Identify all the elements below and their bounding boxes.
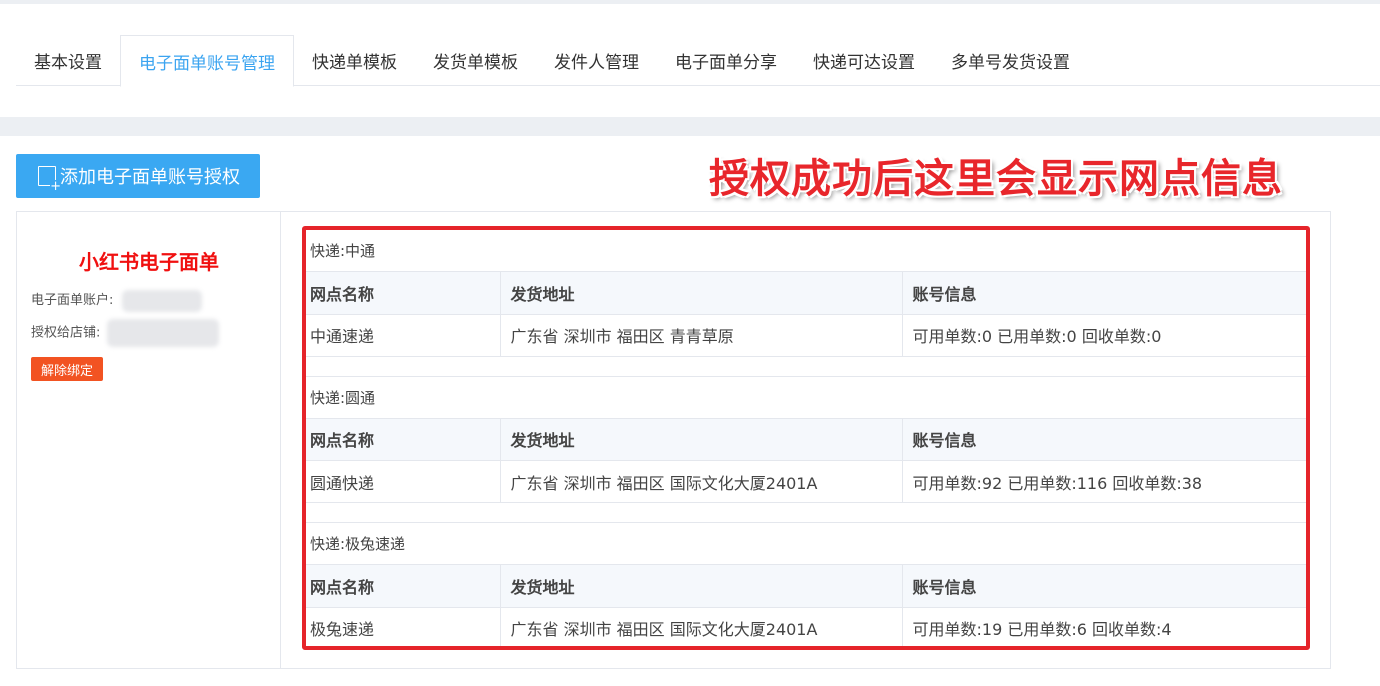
account-label: 电子面单账户: [31, 293, 114, 308]
settings-tabs: 基本设置 电子面单账号管理 快递单模板 发货单模板 发件人管理 电子面单分享 快… [16, 35, 1380, 87]
section-divider [0, 117, 1380, 136]
tab-ewaybill-accounts[interactable]: 电子面单账号管理 [120, 35, 294, 87]
shop-row: 授权给店铺: [31, 319, 219, 347]
annotation-text: 授权成功后这里会显示网点信息 [709, 156, 1283, 202]
add-document-icon [38, 166, 61, 193]
tab-sender-management[interactable]: 发件人管理 [536, 35, 657, 86]
tab-ewaybill-share[interactable]: 电子面单分享 [657, 35, 795, 86]
account-value-redacted [121, 289, 202, 312]
tab-basic-settings[interactable]: 基本设置 [16, 35, 120, 86]
highlight-frame [302, 226, 1310, 650]
top-strip [0, 0, 1380, 4]
shop-label: 授权给店铺: [31, 325, 101, 341]
tab-multi-number-shipping[interactable]: 多单号发货设置 [933, 35, 1088, 86]
platform-name: 小红书电子面单 [79, 250, 219, 274]
shop-value-redacted [106, 319, 219, 347]
tab-express-template[interactable]: 快递单模板 [294, 35, 415, 86]
account-row: 电子面单账户: [31, 289, 202, 312]
tab-delivery-reach[interactable]: 快递可达设置 [795, 35, 933, 86]
add-button-label: 添加电子面单账号授权 [60, 167, 240, 188]
tab-shipping-template[interactable]: 发货单模板 [415, 35, 536, 86]
account-card: 小红书电子面单 电子面单账户: 授权给店铺: 解除绑定 [17, 212, 281, 668]
unbind-button[interactable]: 解除绑定 [31, 357, 103, 381]
add-ewaybill-account-button[interactable]: 添加电子面单账号授权 [16, 154, 260, 198]
